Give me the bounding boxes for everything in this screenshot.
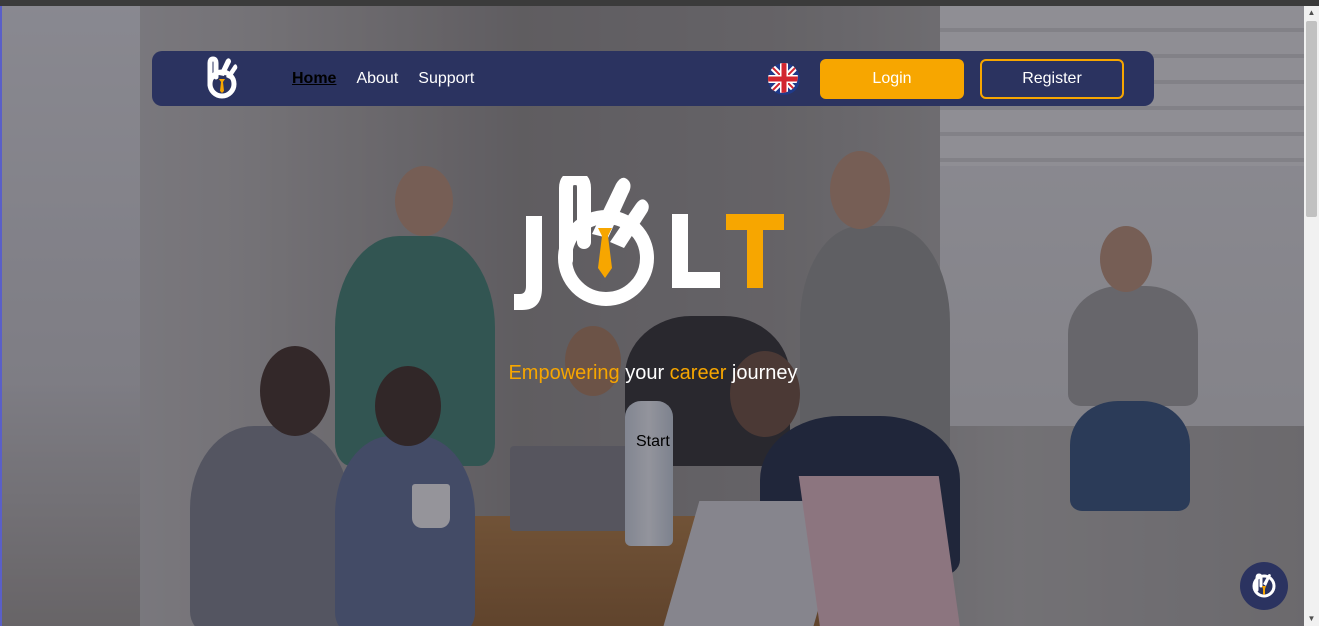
page-scrollbar[interactable]: ▲ ▼ (1304, 6, 1319, 626)
nav-link-home[interactable]: Home (292, 69, 336, 88)
hero-tagline: Empowering your career journey (0, 362, 1306, 385)
start-button[interactable]: Start (636, 433, 670, 451)
nav-link-about[interactable]: About (356, 69, 398, 88)
tagline-word-career: career (669, 362, 727, 384)
tagline-word-empowering: Empowering (508, 362, 620, 384)
register-button[interactable]: Register (980, 59, 1124, 99)
scroll-down-arrow-icon[interactable]: ▼ (1304, 612, 1319, 626)
tagline-word-journey: journey (726, 362, 798, 384)
scroll-up-arrow-icon[interactable]: ▲ (1304, 6, 1319, 20)
login-button[interactable]: Login (820, 59, 964, 99)
tagline-word-your: your (619, 362, 670, 384)
navbar: Home About Support Login Register (152, 51, 1154, 106)
uk-flag-icon[interactable] (768, 63, 800, 95)
window-left-edge (0, 6, 2, 626)
jolt-hand-logo-icon[interactable] (202, 55, 242, 101)
scrollbar-thumb[interactable] (1306, 21, 1317, 217)
chat-assistant-icon (1252, 573, 1276, 598)
nav-links: Home About Support (292, 69, 494, 88)
browser-top-strip (0, 0, 1319, 6)
page: Home About Support Login Register Empowe… (0, 0, 1319, 626)
jolt-wordmark-logo (514, 176, 784, 310)
nav-link-support[interactable]: Support (418, 69, 474, 88)
chat-assistant-button[interactable] (1240, 562, 1288, 610)
